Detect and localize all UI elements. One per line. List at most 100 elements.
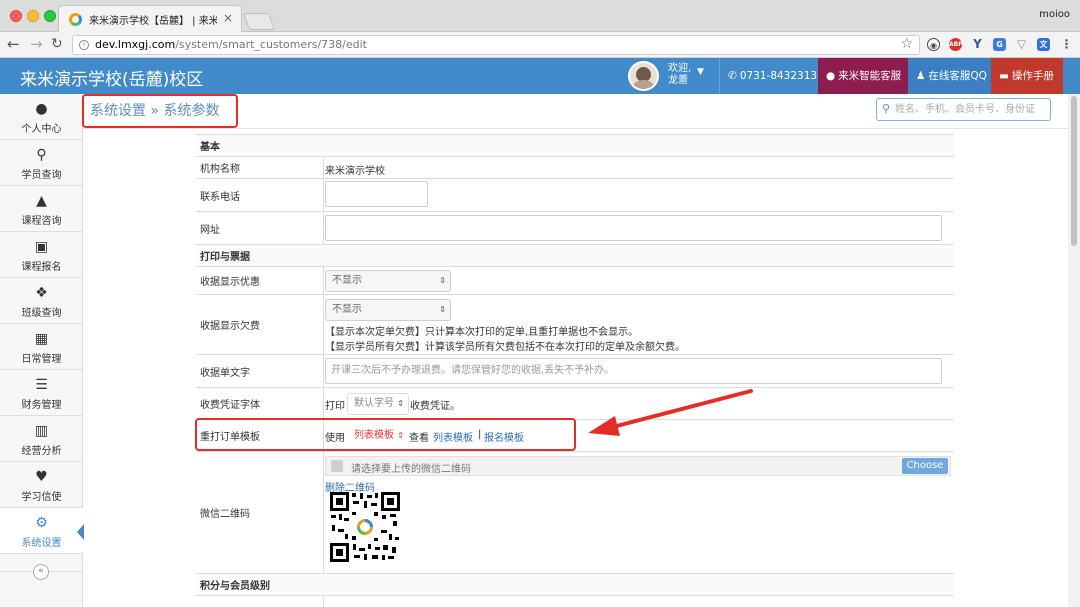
receipt-discount-select[interactable]: 不显示 ⇕ [325, 270, 451, 292]
field-label: 微信二维码 [196, 452, 324, 573]
school-name: 来米演示学校(岳麓)校区 [20, 70, 204, 90]
choose-file-button[interactable]: Choose [902, 458, 948, 474]
bookmark-star-icon[interactable]: ☆ [900, 36, 913, 52]
org-name-value: 来米演示学校 [325, 166, 385, 177]
browser-tab-active[interactable]: 来米演示学校【岳麓】 | 来米培训 × [58, 5, 242, 32]
new-tab-button[interactable] [242, 13, 276, 30]
sidebar-item-learning-messenger[interactable]: ♥ 学习信使 [0, 462, 83, 508]
extension-ghost-icon[interactable]: ◉ [927, 38, 940, 51]
user-greeting[interactable]: 欢迎, 龙蕾 [668, 63, 691, 87]
sidebar-item-label: 个人中心 [21, 124, 62, 135]
field-value-cell: 请选择要上传的微信二维码 Choose 删除二维码 [325, 452, 954, 573]
scrollbar-thumb[interactable] [1071, 96, 1077, 246]
field-label: 网址 [196, 212, 324, 244]
debt-note-1: 【显示本次定单欠费】只计算本次打印的定单,且重打单据也不会显示。 [325, 327, 639, 338]
sidebar-item-label: 系统设置 [21, 538, 62, 549]
close-window-button[interactable] [10, 10, 22, 22]
qr-upload-field[interactable]: 请选择要上传的微信二维码 Choose [325, 456, 951, 476]
sidebar-item-course-enroll[interactable]: ▣ 课程报名 [0, 232, 83, 278]
row-phone: 联系电话 [196, 178, 954, 211]
field-label: 收据单文字 [196, 355, 324, 387]
field-label: 收据显示欠费 [196, 295, 324, 354]
extension-translate-icon[interactable]: 文 [1037, 38, 1050, 51]
address-bar[interactable]: i dev.lmxgj.com/system/smart_customers/7… [72, 35, 920, 55]
avatar[interactable] [628, 61, 659, 91]
forward-arrow-icon[interactable]: → [30, 35, 43, 53]
extension-vue-icon[interactable]: ▽ [1015, 38, 1028, 51]
collapse-sidebar-button[interactable]: « [33, 564, 49, 580]
sidebar-item-label: 班级查询 [21, 308, 62, 319]
extension-v-icon[interactable]: Y [971, 38, 984, 51]
back-arrow-icon[interactable]: ← [7, 35, 20, 53]
search-icon: ⚲ [36, 147, 47, 163]
sidebar-item-label: 日常管理 [21, 354, 62, 365]
font-prefix: 打印 [325, 401, 345, 412]
section-basic: 基本 [196, 134, 954, 156]
section-print: 打印与票据 [196, 244, 954, 266]
greeting-line-2: 龙蕾 [668, 75, 688, 86]
cubes-icon: ❖ [35, 285, 48, 301]
minimize-window-button[interactable] [27, 10, 39, 22]
select-value: 不显示 [332, 275, 362, 286]
global-search[interactable]: ⚲ [876, 98, 1051, 121]
sidebar-item-daily-management[interactable]: ▦ 日常管理 [0, 324, 83, 370]
url-path: /system/smart_customers/738/edit [175, 38, 367, 51]
sidebar-item-student-search[interactable]: ⚲ 学员查询 [0, 140, 83, 186]
sidebar-item-label: 经营分析 [21, 446, 62, 457]
field-label: 机构名称 [196, 157, 324, 178]
sidebar-item-personal-center[interactable]: ● 个人中心 [0, 94, 83, 140]
extension-adblock-icon[interactable]: ABP [949, 38, 963, 51]
browser-profile-name[interactable]: moioo [1039, 9, 1070, 20]
user-icon: ● [35, 101, 48, 117]
smart-service-label: 来米智能客服 [838, 70, 902, 82]
field-value-cell: 不显示 ⇕ 【显示本次定单欠费】只计算本次打印的定单,且重打单据也不会显示。 【… [325, 295, 954, 354]
row-receipt-debt: 收据显示欠费 不显示 ⇕ 【显示本次定单欠费】只计算本次打印的定单,且重打单据也… [196, 294, 954, 354]
row-website: 网址 [196, 211, 954, 244]
app-header: 来米演示学校(岳麓)校区 欢迎, 龙蕾 ▼ ✆ 0731-84323130 ● 来米… [0, 58, 1080, 94]
sidebar-item-business-analysis[interactable]: ▥ 经营分析 [0, 416, 83, 462]
user-menu-caret-icon[interactable]: ▼ [697, 67, 704, 77]
phone-icon: ✆ [728, 70, 737, 82]
wechat-qr-code-image [330, 492, 400, 562]
sidebar-item-course-consult[interactable]: ▲ 课程咨询 [0, 186, 83, 232]
section-title: 打印与票据 [200, 252, 250, 263]
smart-service-button[interactable]: ● 来米智能客服 [818, 58, 908, 94]
receipt-text-field[interactable]: 开课三次后不予办理退费。请您保管好您的收据,丢失不予补办。 [325, 358, 942, 384]
section-title: 积分与会员级别 [200, 581, 270, 592]
font-suffix: 收费凭证。 [410, 401, 460, 412]
sidebar-item-system-settings[interactable]: ⚙ 系统设置 [0, 508, 84, 554]
receipt-debt-select[interactable]: 不显示 ⇕ [325, 299, 451, 321]
phone-field[interactable] [325, 181, 428, 207]
field-value-cell: 不显示 ⇕ [325, 267, 954, 294]
tab-close-icon[interactable]: × [223, 11, 233, 25]
sidebar-item-label: 学员查询 [21, 170, 62, 181]
row-points-partial [196, 595, 954, 607]
sidebar: ● 个人中心 ⚲ 学员查询 ▲ 课程咨询 ▣ 课程报名 ❖ 班级查询 ▦ 日常管… [0, 94, 84, 607]
search-input[interactable] [895, 101, 1045, 118]
field-label: 收据显示优惠 [196, 267, 324, 294]
extension-puzzle-icon[interactable]: G [993, 38, 1006, 51]
sidebar-item-label: 学习信使 [21, 492, 62, 503]
sidebar-item-label: 课程咨询 [21, 216, 62, 227]
annotation-box-reprint [195, 418, 576, 451]
row-receipt-text: 收据单文字 开课三次后不予办理退费。请您保管好您的收据,丢失不予补办。 [196, 354, 954, 387]
browser-titlebar: 来米演示学校【岳麓】 | 来米培训 × moioo [0, 0, 1080, 32]
field-label: 收费凭证字体 [196, 388, 324, 419]
page-scrollbar[interactable] [1068, 94, 1080, 607]
maximize-window-button[interactable] [44, 10, 56, 22]
website-field[interactable] [325, 215, 942, 241]
info-icon[interactable]: i [79, 40, 89, 50]
sidebar-item-class-search[interactable]: ❖ 班级查询 [0, 278, 83, 324]
chevron-updown-icon: ⇕ [439, 276, 446, 285]
manual-button[interactable]: ▬ 操作手册 [991, 58, 1063, 94]
reload-icon[interactable]: ↻ [51, 35, 63, 53]
sidebar-item-finance[interactable]: ☰ 财务管理 [0, 370, 83, 416]
browser-menu-icon[interactable]: ⋮ [1060, 38, 1073, 51]
gears-icon: ⚙ [35, 515, 48, 531]
comment-icon: ● [826, 70, 836, 82]
cart-icon: ▣ [34, 239, 49, 255]
online-qq-label: 在线客服QQ [928, 70, 987, 82]
manual-label: 操作手册 [1011, 70, 1054, 82]
font-size-select[interactable]: 默认字号 ⇕ [347, 393, 409, 415]
online-qq-button[interactable]: ♟ 在线客服QQ [908, 58, 991, 94]
